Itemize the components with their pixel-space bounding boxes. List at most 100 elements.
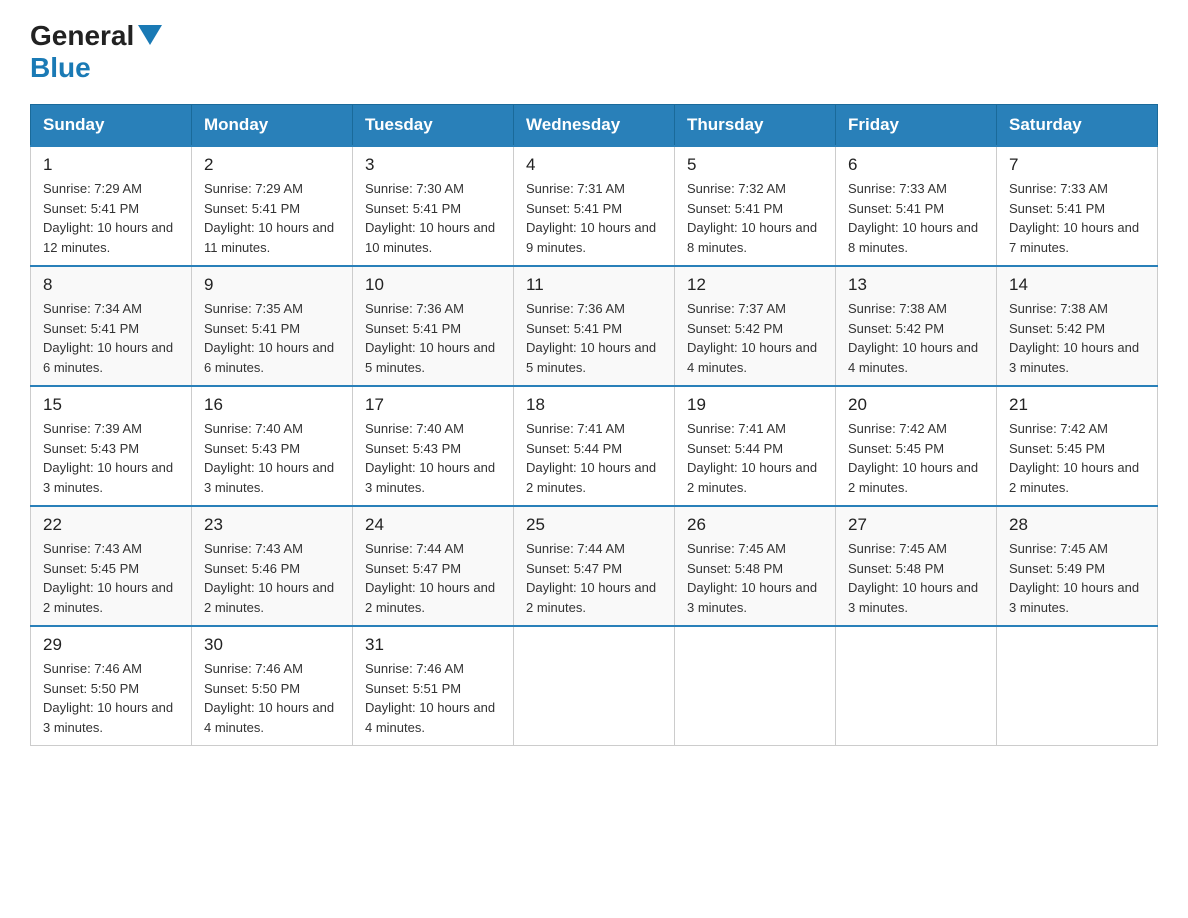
calendar-week-row: 29 Sunrise: 7:46 AMSunset: 5:50 PMDayligh… <box>31 626 1158 746</box>
calendar-day-cell: 27 Sunrise: 7:45 AMSunset: 5:48 PMDayligh… <box>836 506 997 626</box>
day-info: Sunrise: 7:33 AMSunset: 5:41 PMDaylight:… <box>848 179 984 257</box>
calendar-week-row: 15 Sunrise: 7:39 AMSunset: 5:43 PMDayligh… <box>31 386 1158 506</box>
day-number: 19 <box>687 395 823 415</box>
day-info: Sunrise: 7:31 AMSunset: 5:41 PMDaylight:… <box>526 179 662 257</box>
day-info: Sunrise: 7:39 AMSunset: 5:43 PMDaylight:… <box>43 419 179 497</box>
day-number: 3 <box>365 155 501 175</box>
calendar-day-cell: 4 Sunrise: 7:31 AMSunset: 5:41 PMDaylight… <box>514 146 675 266</box>
day-info: Sunrise: 7:30 AMSunset: 5:41 PMDaylight:… <box>365 179 501 257</box>
day-number: 29 <box>43 635 179 655</box>
calendar-day-cell: 2 Sunrise: 7:29 AMSunset: 5:41 PMDaylight… <box>192 146 353 266</box>
weekday-header-thursday: Thursday <box>675 105 836 147</box>
day-info: Sunrise: 7:33 AMSunset: 5:41 PMDaylight:… <box>1009 179 1145 257</box>
day-number: 10 <box>365 275 501 295</box>
day-info: Sunrise: 7:43 AMSunset: 5:45 PMDaylight:… <box>43 539 179 617</box>
day-number: 30 <box>204 635 340 655</box>
day-info: Sunrise: 7:29 AMSunset: 5:41 PMDaylight:… <box>43 179 179 257</box>
calendar-day-cell: 3 Sunrise: 7:30 AMSunset: 5:41 PMDaylight… <box>353 146 514 266</box>
day-info: Sunrise: 7:45 AMSunset: 5:48 PMDaylight:… <box>848 539 984 617</box>
calendar-day-cell: 24Sunrise: 7:44 AMSunset: 5:47 PMDayligh… <box>353 506 514 626</box>
day-number: 16 <box>204 395 340 415</box>
day-info: Sunrise: 7:37 AMSunset: 5:42 PMDaylight:… <box>687 299 823 377</box>
calendar-day-cell: 23 Sunrise: 7:43 AMSunset: 5:46 PMDayligh… <box>192 506 353 626</box>
calendar-day-cell <box>675 626 836 746</box>
day-info: Sunrise: 7:32 AMSunset: 5:41 PMDaylight:… <box>687 179 823 257</box>
weekday-header-sunday: Sunday <box>31 105 192 147</box>
day-number: 12 <box>687 275 823 295</box>
calendar-day-cell: 28 Sunrise: 7:45 AMSunset: 5:49 PMDayligh… <box>997 506 1158 626</box>
day-number: 13 <box>848 275 984 295</box>
day-number: 2 <box>204 155 340 175</box>
calendar-day-cell <box>836 626 997 746</box>
day-number: 26 <box>687 515 823 535</box>
page-header: General Blue <box>30 20 1158 84</box>
day-info: Sunrise: 7:46 AMSunset: 5:50 PMDaylight:… <box>43 659 179 737</box>
day-number: 17 <box>365 395 501 415</box>
calendar-day-cell <box>514 626 675 746</box>
calendar-day-cell: 1 Sunrise: 7:29 AMSunset: 5:41 PMDaylight… <box>31 146 192 266</box>
calendar-day-cell <box>997 626 1158 746</box>
day-number: 9 <box>204 275 340 295</box>
weekday-header-saturday: Saturday <box>997 105 1158 147</box>
day-number: 21 <box>1009 395 1145 415</box>
day-number: 23 <box>204 515 340 535</box>
day-number: 6 <box>848 155 984 175</box>
calendar-day-cell: 16 Sunrise: 7:40 AMSunset: 5:43 PMDayligh… <box>192 386 353 506</box>
day-info: Sunrise: 7:38 AMSunset: 5:42 PMDaylight:… <box>1009 299 1145 377</box>
calendar-day-cell: 5 Sunrise: 7:32 AMSunset: 5:41 PMDaylight… <box>675 146 836 266</box>
day-info: Sunrise: 7:46 AMSunset: 5:51 PMDaylight:… <box>365 659 501 737</box>
day-info: Sunrise: 7:45 AMSunset: 5:49 PMDaylight:… <box>1009 539 1145 617</box>
calendar-table: SundayMondayTuesdayWednesdayThursdayFrid… <box>30 104 1158 746</box>
logo: General Blue <box>30 20 162 84</box>
day-number: 28 <box>1009 515 1145 535</box>
calendar-week-row: 8 Sunrise: 7:34 AMSunset: 5:41 PMDaylight… <box>31 266 1158 386</box>
weekday-header-wednesday: Wednesday <box>514 105 675 147</box>
day-number: 1 <box>43 155 179 175</box>
logo-general-text: General <box>30 20 134 52</box>
calendar-day-cell: 13 Sunrise: 7:38 AMSunset: 5:42 PMDayligh… <box>836 266 997 386</box>
day-info: Sunrise: 7:40 AMSunset: 5:43 PMDaylight:… <box>204 419 340 497</box>
day-number: 15 <box>43 395 179 415</box>
day-number: 27 <box>848 515 984 535</box>
calendar-day-cell: 20 Sunrise: 7:42 AMSunset: 5:45 PMDayligh… <box>836 386 997 506</box>
calendar-day-cell: 25Sunrise: 7:44 AMSunset: 5:47 PMDayligh… <box>514 506 675 626</box>
day-number: 8 <box>43 275 179 295</box>
calendar-day-cell: 9Sunrise: 7:35 AMSunset: 5:41 PMDaylight… <box>192 266 353 386</box>
calendar-day-cell: 26Sunrise: 7:45 AMSunset: 5:48 PMDayligh… <box>675 506 836 626</box>
day-info: Sunrise: 7:41 AMSunset: 5:44 PMDaylight:… <box>526 419 662 497</box>
calendar-day-cell: 7 Sunrise: 7:33 AMSunset: 5:41 PMDaylight… <box>997 146 1158 266</box>
day-number: 4 <box>526 155 662 175</box>
day-info: Sunrise: 7:43 AMSunset: 5:46 PMDaylight:… <box>204 539 340 617</box>
calendar-day-cell: 31 Sunrise: 7:46 AMSunset: 5:51 PMDayligh… <box>353 626 514 746</box>
day-number: 22 <box>43 515 179 535</box>
calendar-week-row: 22 Sunrise: 7:43 AMSunset: 5:45 PMDayligh… <box>31 506 1158 626</box>
day-number: 31 <box>365 635 501 655</box>
day-number: 11 <box>526 275 662 295</box>
calendar-day-cell: 15 Sunrise: 7:39 AMSunset: 5:43 PMDayligh… <box>31 386 192 506</box>
day-number: 20 <box>848 395 984 415</box>
weekday-header-tuesday: Tuesday <box>353 105 514 147</box>
day-info: Sunrise: 7:36 AMSunset: 5:41 PMDaylight:… <box>526 299 662 377</box>
day-number: 7 <box>1009 155 1145 175</box>
day-number: 14 <box>1009 275 1145 295</box>
logo-triangle-icon <box>138 25 162 45</box>
calendar-header-row: SundayMondayTuesdayWednesdayThursdayFrid… <box>31 105 1158 147</box>
day-info: Sunrise: 7:46 AMSunset: 5:50 PMDaylight:… <box>204 659 340 737</box>
day-info: Sunrise: 7:42 AMSunset: 5:45 PMDaylight:… <box>848 419 984 497</box>
calendar-week-row: 1 Sunrise: 7:29 AMSunset: 5:41 PMDaylight… <box>31 146 1158 266</box>
calendar-day-cell: 6 Sunrise: 7:33 AMSunset: 5:41 PMDaylight… <box>836 146 997 266</box>
calendar-day-cell: 22 Sunrise: 7:43 AMSunset: 5:45 PMDayligh… <box>31 506 192 626</box>
day-number: 18 <box>526 395 662 415</box>
calendar-day-cell: 17Sunrise: 7:40 AMSunset: 5:43 PMDayligh… <box>353 386 514 506</box>
calendar-day-cell: 18 Sunrise: 7:41 AMSunset: 5:44 PMDayligh… <box>514 386 675 506</box>
day-info: Sunrise: 7:38 AMSunset: 5:42 PMDaylight:… <box>848 299 984 377</box>
day-number: 24 <box>365 515 501 535</box>
day-info: Sunrise: 7:41 AMSunset: 5:44 PMDaylight:… <box>687 419 823 497</box>
day-info: Sunrise: 7:29 AMSunset: 5:41 PMDaylight:… <box>204 179 340 257</box>
day-info: Sunrise: 7:34 AMSunset: 5:41 PMDaylight:… <box>43 299 179 377</box>
day-number: 5 <box>687 155 823 175</box>
calendar-day-cell: 14 Sunrise: 7:38 AMSunset: 5:42 PMDayligh… <box>997 266 1158 386</box>
day-info: Sunrise: 7:44 AMSunset: 5:47 PMDaylight:… <box>526 539 662 617</box>
day-info: Sunrise: 7:42 AMSunset: 5:45 PMDaylight:… <box>1009 419 1145 497</box>
calendar-day-cell: 29 Sunrise: 7:46 AMSunset: 5:50 PMDayligh… <box>31 626 192 746</box>
